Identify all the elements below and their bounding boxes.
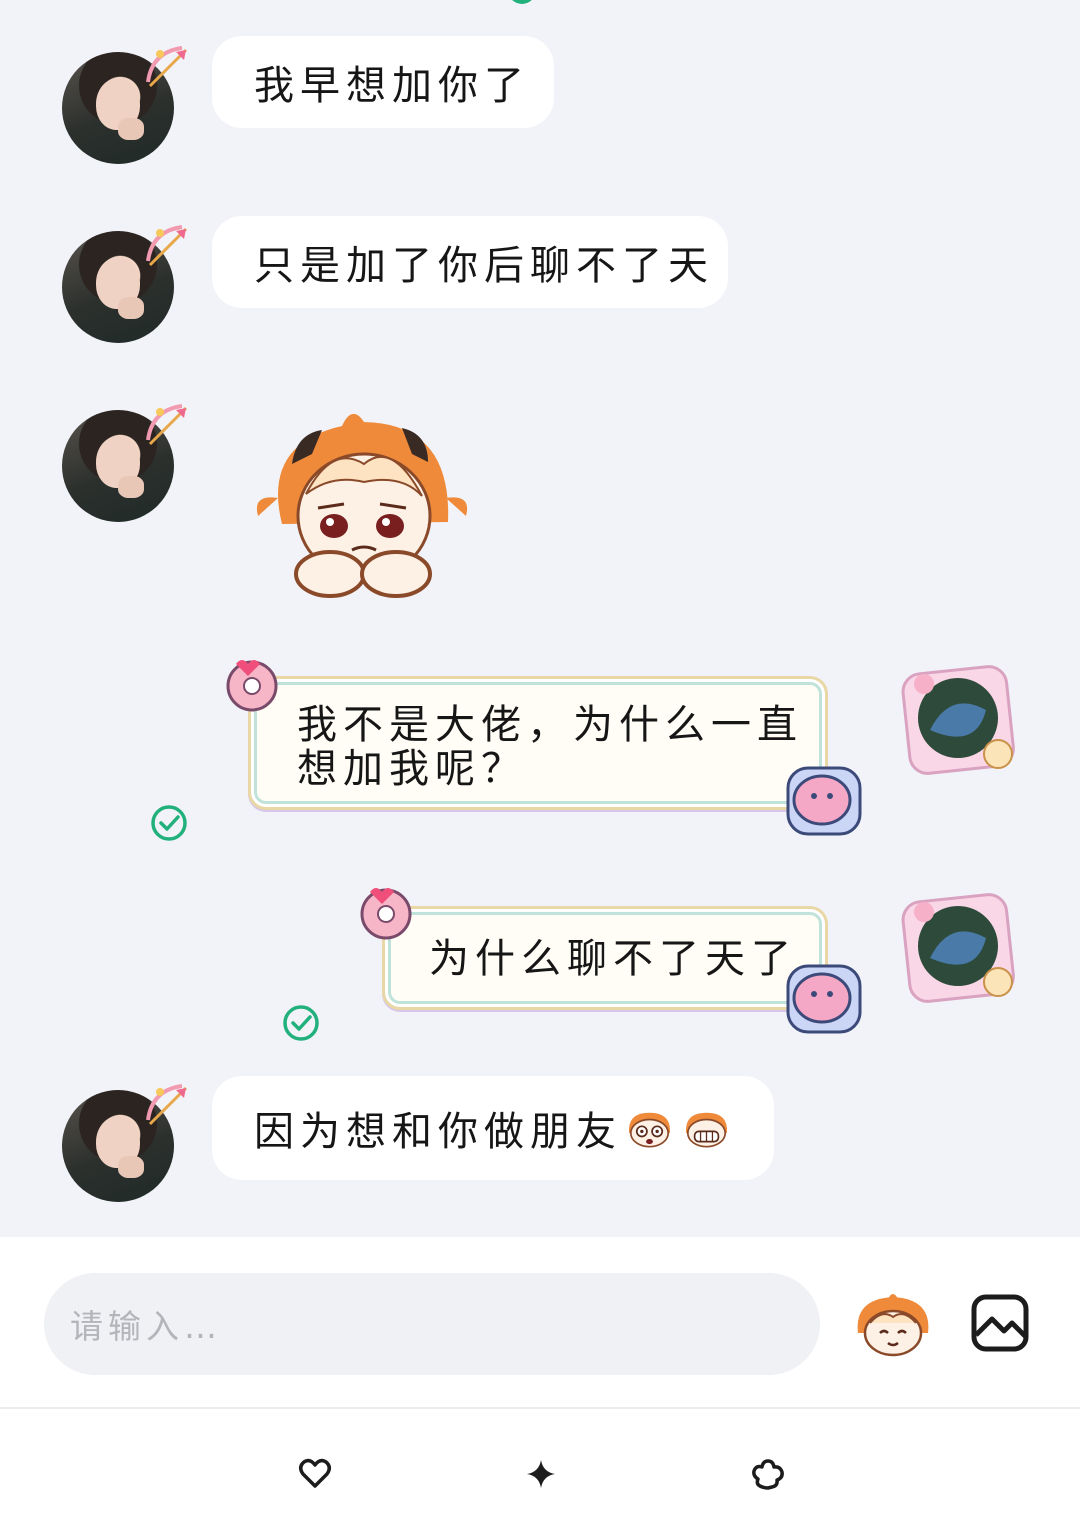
surprised-face-emoji <box>628 1112 671 1148</box>
input-bar: 请输入… <box>0 1237 1080 1407</box>
message-text: 只是加了你后聊不了天 <box>254 243 714 289</box>
message-text: 为什么聊不了天了 <box>429 936 797 982</box>
contact-avatar[interactable] <box>62 46 188 164</box>
flower-icon[interactable] <box>751 1457 785 1491</box>
donut-decoration-icon <box>360 888 412 940</box>
read-check-icon <box>283 1005 319 1041</box>
message-input[interactable]: 请输入… <box>44 1273 820 1375</box>
status-dot <box>508 0 536 4</box>
emoji-sticker-icon[interactable] <box>852 1289 934 1359</box>
message-text-line: 想加我呢？ <box>297 746 527 792</box>
bow-arrow-decoration-icon <box>146 1084 188 1126</box>
blob-decoration-icon <box>786 766 862 836</box>
image-icon[interactable] <box>970 1293 1030 1353</box>
heart-icon[interactable] <box>298 1457 332 1491</box>
self-avatar[interactable] <box>900 660 1016 776</box>
read-check-icon <box>151 805 187 841</box>
self-avatar[interactable] <box>900 888 1016 1004</box>
contact-avatar[interactable] <box>62 404 188 522</box>
message-text: 因为想和你做朋友 <box>254 1109 622 1155</box>
blob-decoration-icon <box>786 964 862 1034</box>
bottom-tab-bar <box>0 1407 1080 1539</box>
message-text-line: 我不是大佬，为什么一直 <box>297 702 803 748</box>
message-bubble[interactable]: 为什么聊不了天了 <box>382 906 828 1010</box>
contact-avatar[interactable] <box>62 1084 188 1202</box>
bow-arrow-decoration-icon <box>146 404 188 446</box>
sad-orange-hair-girl-sticker[interactable] <box>252 404 472 600</box>
bow-arrow-decoration-icon <box>146 46 188 88</box>
message-bubble[interactable]: 我早想加你了 <box>212 36 554 128</box>
contact-avatar[interactable] <box>62 225 188 343</box>
grinning-face-emoji <box>685 1112 728 1148</box>
donut-decoration-icon <box>226 660 278 712</box>
sparkle-icon[interactable] <box>524 1457 558 1491</box>
message-bubble[interactable]: 只是加了你后聊不了天 <box>212 216 728 308</box>
message-bubble[interactable]: 我不是大佬，为什么一直 想加我呢？ <box>248 676 828 810</box>
message-text: 我早想加你了 <box>254 63 530 109</box>
chat-area[interactable]: 我早想加你了 只是加了你后聊不了天 我不是大佬，为什么一直 想加我呢？ 为什么聊… <box>0 0 1080 1237</box>
message-bubble[interactable]: 因为想和你做朋友 <box>212 1076 774 1180</box>
input-placeholder: 请输入… <box>70 1307 222 1346</box>
bow-arrow-decoration-icon <box>146 225 188 267</box>
